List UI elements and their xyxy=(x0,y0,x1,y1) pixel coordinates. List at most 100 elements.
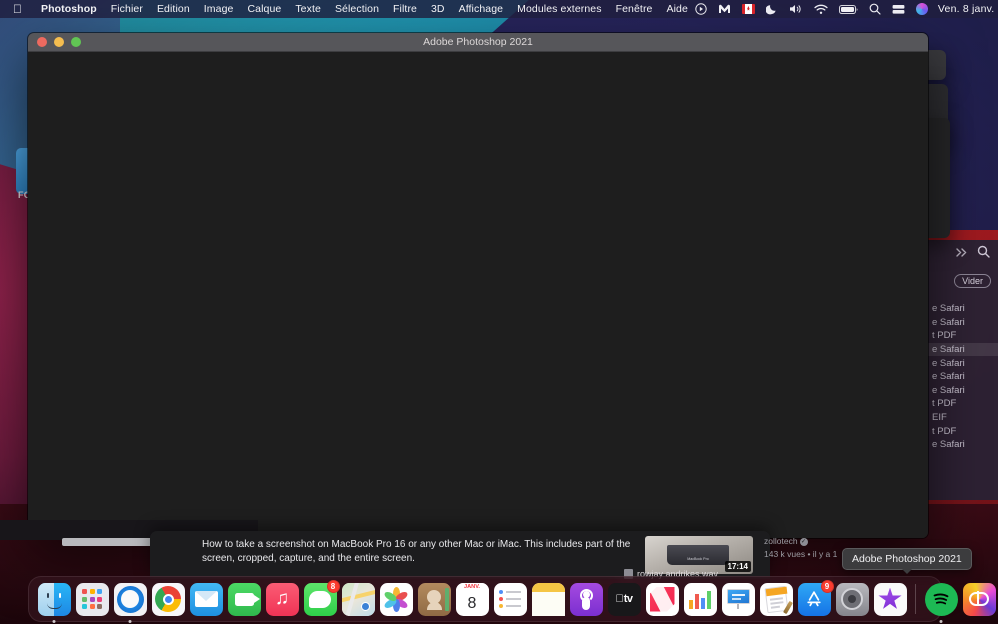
notes-icon xyxy=(531,582,565,616)
right-panel-list[interactable]: e Safari e Safari t PDF e Safari e Safar… xyxy=(927,302,998,452)
dock[interactable]: ♫ 8 JANV. 8 tv 9 xyxy=(28,576,996,623)
dock-item-music[interactable]: ♫ xyxy=(265,582,299,616)
siri-icon[interactable] xyxy=(915,3,928,15)
dock-item-photos[interactable] xyxy=(379,582,413,616)
dock-item-maps[interactable] xyxy=(341,582,375,616)
dock-item-mail[interactable] xyxy=(189,582,223,616)
dock-item-system-preferences[interactable] xyxy=(835,582,869,616)
news-icon xyxy=(645,582,679,616)
wifi-icon[interactable] xyxy=(814,4,828,15)
list-item[interactable]: e Safari xyxy=(927,370,998,384)
video-meta: 143 k vues • il y a 1 xyxy=(764,549,838,559)
minimize-button[interactable] xyxy=(54,37,64,47)
dock-item-numbers[interactable] xyxy=(683,582,717,616)
list-item[interactable]: e Safari xyxy=(927,302,998,316)
creative-cloud-icon xyxy=(962,582,996,616)
search-icon[interactable] xyxy=(869,3,881,15)
running-indicator xyxy=(128,619,132,623)
list-item[interactable]: t PDF xyxy=(927,329,998,343)
reminders-icon xyxy=(493,582,527,616)
menu-item-fenetre[interactable]: Fenêtre xyxy=(609,3,660,15)
calendar-day: 8 xyxy=(467,594,477,612)
calendar-month: JANV. xyxy=(455,582,489,592)
list-item[interactable]: t PDF xyxy=(927,424,998,438)
menu-item-modules-externes[interactable]: Modules externes xyxy=(510,3,608,15)
dock-item-facetime[interactable] xyxy=(227,582,261,616)
dock-item-spotify[interactable] xyxy=(924,582,958,623)
menu-bar[interactable]:  Photoshop Fichier Edition Image Calque… xyxy=(0,0,998,18)
video-channel-name[interactable]: zollotech ✓ xyxy=(764,536,808,546)
window-titlebar[interactable]: Adobe Photoshop 2021 xyxy=(28,33,928,52)
display-icon[interactable] xyxy=(892,4,905,15)
dock-item-appletv[interactable]: tv xyxy=(607,582,641,616)
search-icon[interactable] xyxy=(977,245,990,263)
dock-item-imovie[interactable] xyxy=(873,582,907,616)
menubar-clock[interactable]: Ven. 8 janv. 19:20 xyxy=(938,3,998,15)
right-panel-toolbar xyxy=(927,240,998,268)
malwarebytes-icon[interactable] xyxy=(718,3,731,15)
dock-item-pages[interactable] xyxy=(759,582,793,616)
menu-item-3d[interactable]: 3D xyxy=(424,3,452,15)
dock-item-safari[interactable] xyxy=(113,582,147,623)
list-item[interactable]: e Safari xyxy=(927,438,998,452)
appletv-icon: tv xyxy=(607,582,641,616)
menu-item-calque[interactable]: Calque xyxy=(240,3,288,15)
menu-item-fichier[interactable]: Fichier xyxy=(104,3,150,15)
maximize-button[interactable] xyxy=(71,37,81,47)
play-circle-icon[interactable] xyxy=(695,3,707,15)
chevrons-right-icon[interactable] xyxy=(955,245,968,263)
dock-item-creative-cloud[interactable] xyxy=(962,582,996,616)
menu-item-edition[interactable]: Edition xyxy=(150,3,197,15)
running-indicator xyxy=(939,619,943,623)
list-item[interactable]: EIF xyxy=(927,411,998,425)
dock-item-chrome[interactable] xyxy=(151,582,185,616)
menu-item-affichage[interactable]: Affichage xyxy=(452,3,511,15)
menu-item-image[interactable]: Image xyxy=(197,3,241,15)
dock-item-finder[interactable] xyxy=(37,582,71,623)
clear-button[interactable]: Vider xyxy=(954,274,991,288)
list-item[interactable]: e Safari xyxy=(927,384,998,398)
dock-item-calendar[interactable]: JANV. 8 xyxy=(455,582,489,616)
dock-item-contacts[interactable] xyxy=(417,582,451,616)
chrome-icon xyxy=(151,582,185,616)
channel-label: zollotech xyxy=(764,536,798,546)
menu-item-photoshop[interactable]: Photoshop xyxy=(34,3,104,15)
keynote-icon xyxy=(721,582,755,616)
dock-item-reminders[interactable] xyxy=(493,582,527,616)
do-not-disturb-moon-icon[interactable] xyxy=(765,3,778,15)
dock-item-news[interactable] xyxy=(645,582,679,616)
canada-flag-icon[interactable] xyxy=(741,4,755,14)
list-item[interactable]: t PDF xyxy=(927,397,998,411)
photos-icon xyxy=(379,582,413,616)
right-side-panel[interactable]: Vider e Safari e Safari t PDF e Safari e… xyxy=(926,240,998,500)
messages-badge: 8 xyxy=(326,579,340,593)
numbers-icon xyxy=(683,582,717,616)
dock-item-notes[interactable] xyxy=(531,582,565,616)
dock-item-keynote[interactable] xyxy=(721,582,755,616)
menu-item-selection[interactable]: Sélection xyxy=(328,3,386,15)
traffic-light-buttons xyxy=(28,37,81,47)
close-button[interactable] xyxy=(37,37,47,47)
system-preferences-icon xyxy=(835,582,869,616)
menu-item-filtre[interactable]: Filtre xyxy=(386,3,424,15)
appstore-badge: 9 xyxy=(820,579,834,593)
dock-item-launchpad[interactable] xyxy=(75,582,109,616)
dock-item-messages[interactable]: 8 xyxy=(303,579,340,616)
menu-item-aide[interactable]: Aide xyxy=(659,3,694,15)
right-panel-clear-row: Vider xyxy=(927,268,998,294)
video-duration-badge: 17:14 xyxy=(724,561,751,572)
photoshop-window[interactable]: Adobe Photoshop 2021 xyxy=(28,33,928,538)
battery-icon[interactable] xyxy=(838,4,858,15)
safari-icon xyxy=(113,582,147,616)
dock-item-appstore[interactable]: 9 xyxy=(797,579,834,616)
dock-item-podcasts[interactable] xyxy=(569,582,603,616)
apple-logo-icon[interactable]:  xyxy=(13,3,22,15)
volume-icon[interactable] xyxy=(789,3,803,15)
podcasts-icon xyxy=(569,582,603,616)
photoshop-canvas-area[interactable] xyxy=(28,52,928,538)
list-item[interactable]: e Safari xyxy=(927,316,998,330)
laptop-label: MacBook Pro xyxy=(687,557,709,561)
menu-item-texte[interactable]: Texte xyxy=(288,3,328,15)
list-item[interactable]: e Safari xyxy=(927,356,998,370)
list-item[interactable]: e Safari xyxy=(927,342,998,357)
